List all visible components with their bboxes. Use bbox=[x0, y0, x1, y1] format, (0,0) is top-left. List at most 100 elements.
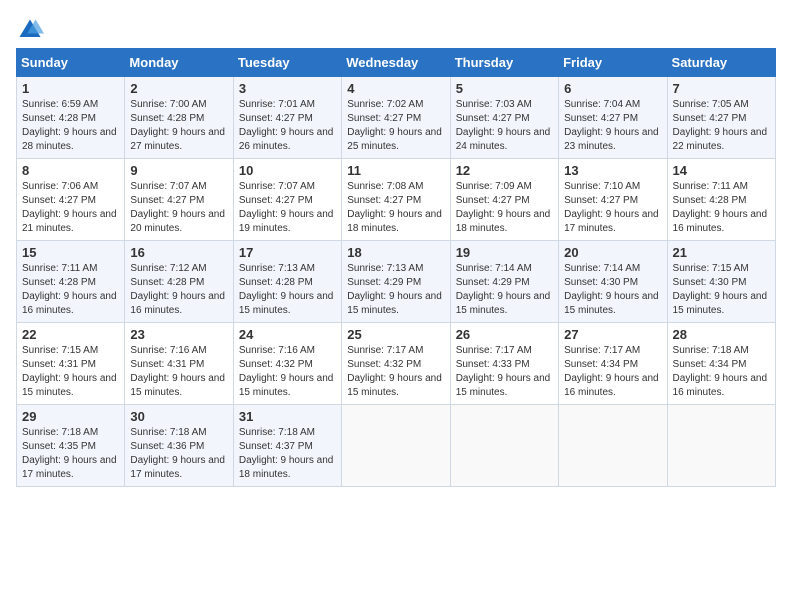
header bbox=[16, 16, 776, 44]
day-info: Sunrise: 7:18 AMSunset: 4:34 PMDaylight:… bbox=[673, 345, 768, 398]
day-info: Sunrise: 7:18 AMSunset: 4:35 PMDaylight:… bbox=[22, 427, 117, 480]
day-info: Sunrise: 7:17 AMSunset: 4:34 PMDaylight:… bbox=[564, 345, 659, 398]
calendar-cell: 30Sunrise: 7:18 AMSunset: 4:36 PMDayligh… bbox=[125, 405, 233, 487]
calendar-cell: 9 Sunrise: 7:07 AMSunset: 4:27 PMDaylight… bbox=[125, 159, 233, 241]
calendar-week-row: 1Sunrise: 6:59 AMSunset: 4:28 PMDaylight… bbox=[17, 77, 776, 159]
day-of-week-header: Thursday bbox=[450, 49, 558, 77]
calendar-cell: 2 Sunrise: 7:00 AMSunset: 4:28 PMDaylight… bbox=[125, 77, 233, 159]
day-number: 9 bbox=[130, 163, 227, 178]
calendar-cell: 11 Sunrise: 7:08 AMSunset: 4:27 PMDayligh… bbox=[342, 159, 450, 241]
day-number: 29 bbox=[22, 409, 119, 424]
day-number: 30 bbox=[130, 409, 227, 424]
logo bbox=[16, 16, 48, 44]
calendar-cell: 12 Sunrise: 7:09 AMSunset: 4:27 PMDayligh… bbox=[450, 159, 558, 241]
calendar-cell: 4 Sunrise: 7:02 AMSunset: 4:27 PMDaylight… bbox=[342, 77, 450, 159]
header-row: SundayMondayTuesdayWednesdayThursdayFrid… bbox=[17, 49, 776, 77]
day-number: 11 bbox=[347, 163, 444, 178]
day-info: Sunrise: 7:07 AMSunset: 4:27 PMDaylight:… bbox=[239, 181, 334, 234]
logo-icon bbox=[16, 16, 44, 44]
day-number: 20 bbox=[564, 245, 661, 260]
day-info: Sunrise: 7:17 AMSunset: 4:32 PMDaylight:… bbox=[347, 345, 442, 398]
calendar-week-row: 8 Sunrise: 7:06 AMSunset: 4:27 PMDaylight… bbox=[17, 159, 776, 241]
day-info: Sunrise: 7:05 AMSunset: 4:27 PMDaylight:… bbox=[673, 99, 768, 152]
day-info: Sunrise: 7:16 AMSunset: 4:31 PMDaylight:… bbox=[130, 345, 225, 398]
day-info: Sunrise: 7:12 AMSunset: 4:28 PMDaylight:… bbox=[130, 263, 225, 316]
calendar-cell: 14 Sunrise: 7:11 AMSunset: 4:28 PMDayligh… bbox=[667, 159, 775, 241]
calendar-cell bbox=[450, 405, 558, 487]
calendar-cell: 20Sunrise: 7:14 AMSunset: 4:30 PMDayligh… bbox=[559, 241, 667, 323]
day-number: 6 bbox=[564, 81, 661, 96]
calendar-cell: 29 Sunrise: 7:18 AMSunset: 4:35 PMDayligh… bbox=[17, 405, 125, 487]
calendar-cell bbox=[559, 405, 667, 487]
day-number: 12 bbox=[456, 163, 553, 178]
day-number: 13 bbox=[564, 163, 661, 178]
day-info: Sunrise: 7:06 AMSunset: 4:27 PMDaylight:… bbox=[22, 181, 117, 234]
day-of-week-header: Monday bbox=[125, 49, 233, 77]
day-number: 15 bbox=[22, 245, 119, 260]
calendar-cell bbox=[342, 405, 450, 487]
day-info: Sunrise: 7:17 AMSunset: 4:33 PMDaylight:… bbox=[456, 345, 551, 398]
day-info: Sunrise: 7:11 AMSunset: 4:28 PMDaylight:… bbox=[673, 181, 768, 234]
calendar-table: SundayMondayTuesdayWednesdayThursdayFrid… bbox=[16, 48, 776, 487]
day-info: Sunrise: 7:09 AMSunset: 4:27 PMDaylight:… bbox=[456, 181, 551, 234]
calendar-cell: 5Sunrise: 7:03 AMSunset: 4:27 PMDaylight… bbox=[450, 77, 558, 159]
calendar-header: SundayMondayTuesdayWednesdayThursdayFrid… bbox=[17, 49, 776, 77]
calendar-cell bbox=[667, 405, 775, 487]
calendar-cell: 17Sunrise: 7:13 AMSunset: 4:28 PMDayligh… bbox=[233, 241, 341, 323]
calendar-cell: 25 Sunrise: 7:17 AMSunset: 4:32 PMDayligh… bbox=[342, 323, 450, 405]
day-number: 5 bbox=[456, 81, 553, 96]
calendar-cell: 31Sunrise: 7:18 AMSunset: 4:37 PMDayligh… bbox=[233, 405, 341, 487]
day-info: Sunrise: 7:11 AMSunset: 4:28 PMDaylight:… bbox=[22, 263, 117, 316]
day-info: Sunrise: 7:02 AMSunset: 4:27 PMDaylight:… bbox=[347, 99, 442, 152]
calendar-cell: 28Sunrise: 7:18 AMSunset: 4:34 PMDayligh… bbox=[667, 323, 775, 405]
day-number: 19 bbox=[456, 245, 553, 260]
day-info: Sunrise: 7:04 AMSunset: 4:27 PMDaylight:… bbox=[564, 99, 659, 152]
calendar-cell: 16 Sunrise: 7:12 AMSunset: 4:28 PMDayligh… bbox=[125, 241, 233, 323]
day-info: Sunrise: 7:16 AMSunset: 4:32 PMDaylight:… bbox=[239, 345, 334, 398]
day-number: 31 bbox=[239, 409, 336, 424]
day-of-week-header: Wednesday bbox=[342, 49, 450, 77]
day-number: 14 bbox=[673, 163, 770, 178]
day-number: 26 bbox=[456, 327, 553, 342]
day-info: Sunrise: 7:07 AMSunset: 4:27 PMDaylight:… bbox=[130, 181, 225, 234]
calendar-cell: 6 Sunrise: 7:04 AMSunset: 4:27 PMDaylight… bbox=[559, 77, 667, 159]
day-number: 27 bbox=[564, 327, 661, 342]
day-number: 22 bbox=[22, 327, 119, 342]
calendar-cell: 1Sunrise: 6:59 AMSunset: 4:28 PMDaylight… bbox=[17, 77, 125, 159]
day-number: 3 bbox=[239, 81, 336, 96]
calendar-cell: 8 Sunrise: 7:06 AMSunset: 4:27 PMDaylight… bbox=[17, 159, 125, 241]
day-info: Sunrise: 7:01 AMSunset: 4:27 PMDaylight:… bbox=[239, 99, 334, 152]
calendar-cell: 15 Sunrise: 7:11 AMSunset: 4:28 PMDayligh… bbox=[17, 241, 125, 323]
calendar-week-row: 29 Sunrise: 7:18 AMSunset: 4:35 PMDayligh… bbox=[17, 405, 776, 487]
calendar-cell: 22Sunrise: 7:15 AMSunset: 4:31 PMDayligh… bbox=[17, 323, 125, 405]
day-info: Sunrise: 7:13 AMSunset: 4:28 PMDaylight:… bbox=[239, 263, 334, 316]
calendar-week-row: 15 Sunrise: 7:11 AMSunset: 4:28 PMDayligh… bbox=[17, 241, 776, 323]
calendar-cell: 3 Sunrise: 7:01 AMSunset: 4:27 PMDaylight… bbox=[233, 77, 341, 159]
calendar-cell: 27 Sunrise: 7:17 AMSunset: 4:34 PMDayligh… bbox=[559, 323, 667, 405]
day-number: 16 bbox=[130, 245, 227, 260]
day-number: 2 bbox=[130, 81, 227, 96]
day-number: 7 bbox=[673, 81, 770, 96]
day-info: Sunrise: 7:00 AMSunset: 4:28 PMDaylight:… bbox=[130, 99, 225, 152]
calendar-cell: 23 Sunrise: 7:16 AMSunset: 4:31 PMDayligh… bbox=[125, 323, 233, 405]
day-number: 1 bbox=[22, 81, 119, 96]
calendar-cell: 7 Sunrise: 7:05 AMSunset: 4:27 PMDaylight… bbox=[667, 77, 775, 159]
day-info: Sunrise: 7:08 AMSunset: 4:27 PMDaylight:… bbox=[347, 181, 442, 234]
day-of-week-header: Friday bbox=[559, 49, 667, 77]
day-number: 4 bbox=[347, 81, 444, 96]
day-number: 8 bbox=[22, 163, 119, 178]
calendar-cell: 19 Sunrise: 7:14 AMSunset: 4:29 PMDayligh… bbox=[450, 241, 558, 323]
day-of-week-header: Tuesday bbox=[233, 49, 341, 77]
calendar-cell: 21Sunrise: 7:15 AMSunset: 4:30 PMDayligh… bbox=[667, 241, 775, 323]
calendar-body: 1Sunrise: 6:59 AMSunset: 4:28 PMDaylight… bbox=[17, 77, 776, 487]
day-number: 24 bbox=[239, 327, 336, 342]
calendar-cell: 13Sunrise: 7:10 AMSunset: 4:27 PMDayligh… bbox=[559, 159, 667, 241]
day-number: 25 bbox=[347, 327, 444, 342]
day-number: 10 bbox=[239, 163, 336, 178]
day-of-week-header: Sunday bbox=[17, 49, 125, 77]
day-of-week-header: Saturday bbox=[667, 49, 775, 77]
day-number: 23 bbox=[130, 327, 227, 342]
day-number: 18 bbox=[347, 245, 444, 260]
calendar-cell: 26 Sunrise: 7:17 AMSunset: 4:33 PMDayligh… bbox=[450, 323, 558, 405]
day-info: Sunrise: 7:14 AMSunset: 4:29 PMDaylight:… bbox=[456, 263, 551, 316]
